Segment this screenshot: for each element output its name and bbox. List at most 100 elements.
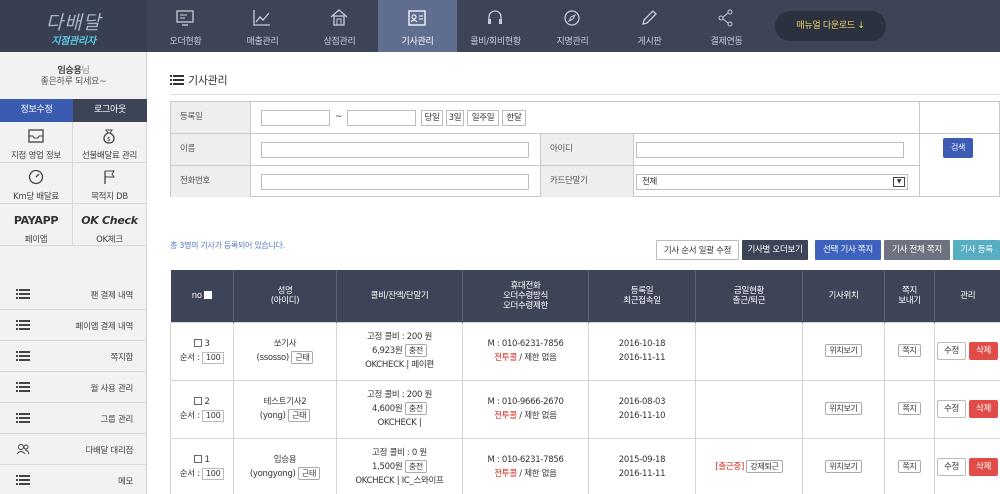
charge-button[interactable]: 충전	[404, 344, 427, 357]
logo[interactable]: 다배달 지점관리자	[0, 0, 147, 52]
search-form: 등록일 ~ 당일 3일 일주일 한달 이름 아이디 전화번호 카드단말기 전체 …	[170, 101, 1000, 197]
reg-date-start-input[interactable]	[261, 110, 330, 126]
send-message-button[interactable]: 쪽지	[898, 344, 921, 357]
sidebar-menu-agency[interactable]: 다배달 대리점	[0, 434, 147, 465]
driver-name: 쏘기사	[273, 339, 297, 349]
nav-item-drivers[interactable]: 기사관리	[378, 0, 457, 52]
order-input[interactable]: 100	[202, 409, 225, 422]
message-all-button[interactable]: 기사 전체 쪽지	[884, 240, 950, 260]
view-location-button[interactable]: 위치보기	[825, 402, 862, 415]
delete-button[interactable]: 삭제	[969, 458, 998, 476]
nav-item-board[interactable]: 게시판	[611, 0, 688, 52]
driver-name: 테스트기사2	[263, 397, 307, 407]
edit-button[interactable]: 수정	[937, 400, 966, 418]
driver-name: 임승용	[273, 455, 297, 465]
delete-button[interactable]: 삭제	[969, 342, 998, 360]
edit-button[interactable]: 수정	[937, 342, 966, 360]
charge-button[interactable]: 충전	[404, 460, 427, 473]
balance: 4,600원	[372, 404, 403, 414]
sidebar-item-label: 지점 영업 정보	[11, 151, 61, 161]
compass-icon	[564, 10, 580, 26]
quick-3days-button[interactable]: 3일	[446, 110, 464, 126]
on-duty-status: [출근중]	[715, 462, 744, 472]
balance: 6,923원	[372, 346, 403, 356]
message-selected-button[interactable]: 선택 기사 쪽지	[815, 240, 881, 260]
edit-info-button[interactable]: 정보수정	[0, 99, 73, 122]
manual-download-button[interactable]: 매뉴얼 다운로드 ↓	[775, 11, 886, 41]
charge-button[interactable]: 충전	[404, 402, 427, 415]
monitor-icon	[176, 10, 194, 26]
id-input[interactable]	[636, 142, 904, 158]
reg-date-end-input[interactable]	[347, 110, 416, 126]
send-message-button[interactable]: 쪽지	[898, 460, 921, 473]
view-location-button[interactable]: 위치보기	[825, 460, 862, 473]
row-checkbox[interactable]	[194, 339, 203, 347]
sidebar-item-okcheck[interactable]: OK Check OK체크	[73, 204, 147, 246]
quick-week-button[interactable]: 일주일	[467, 110, 499, 126]
nav-item-stores[interactable]: 상점관리	[301, 0, 378, 52]
cell-manage: 수정 삭제	[934, 437, 1000, 494]
terminal: OKCHECK |	[377, 418, 422, 428]
balance: 1,500원	[372, 462, 403, 472]
nav-item-payment[interactable]: 결제연동	[688, 0, 765, 52]
sidebar-item-destination-db[interactable]: 목적지 DB	[73, 163, 147, 204]
driver-id: (yong)	[259, 411, 286, 421]
search-button[interactable]: 검색	[943, 138, 973, 158]
attendance-button[interactable]: 근태	[297, 467, 321, 480]
page-title-text: 기사관리	[188, 74, 228, 87]
nav-item-fees[interactable]: 콜비/회비현황	[457, 0, 534, 52]
sidebar-menu-label: 다배달 대리점	[85, 446, 133, 456]
sidebar-menu-groups[interactable]: 그룹 관리	[0, 403, 147, 434]
card-terminal-select[interactable]: 전체 ▼	[636, 174, 908, 190]
col-reg: 등록일 최근접속일	[588, 270, 696, 322]
sidebar-item-payapp[interactable]: PAYAPP 페이앱	[0, 204, 73, 246]
nav-item-places[interactable]: 지명관리	[534, 0, 611, 52]
attendance-button[interactable]: 근태	[288, 409, 311, 422]
order-input[interactable]: 100	[202, 351, 225, 364]
nav-item-sales[interactable]: 매출관리	[224, 0, 301, 52]
list-icon	[170, 75, 184, 85]
select-all-checkbox[interactable]	[203, 290, 212, 299]
force-leave-button[interactable]: 강제퇴근	[746, 460, 783, 473]
cell-today: [출근중] 강제퇴근	[695, 437, 803, 494]
cell-message: 쪽지	[884, 321, 935, 381]
send-message-button[interactable]: 쪽지	[898, 402, 921, 415]
edit-button[interactable]: 수정	[937, 458, 966, 476]
sidebar-item-branch-info[interactable]: 지점 영업 정보	[0, 122, 73, 163]
order-input[interactable]: 100	[202, 467, 225, 480]
quick-today-button[interactable]: 당일	[421, 110, 443, 126]
orders-by-driver-button[interactable]: 기사별 오더보기	[742, 240, 808, 260]
sidebar-menu-monthly-usage[interactable]: 월 사용 관리	[0, 372, 147, 403]
sidebar-menu-fan-payments[interactable]: 팬 결제 내역	[0, 279, 147, 310]
cell-no: 1 순서 : 100	[170, 437, 234, 494]
quick-month-button[interactable]: 한달	[502, 110, 526, 126]
register-driver-button[interactable]: 기사 등록	[953, 240, 1000, 260]
row-checkbox[interactable]	[194, 455, 203, 463]
cell-reg: 2016-10-18 2016-11-11	[588, 321, 696, 381]
view-location-button[interactable]: 위치보기	[825, 344, 862, 357]
reg-date-label: 등록일	[171, 102, 251, 133]
col-location: 기사위치	[802, 270, 885, 322]
sidebar-item-km-fee[interactable]: Km당 배달료	[0, 163, 73, 204]
cell-phone: M : 010-6231-7856 전투콜 / 제한 없음	[462, 321, 589, 381]
delete-button[interactable]: 삭제	[969, 400, 998, 418]
sidebar-menu-messages[interactable]: 쪽지함	[0, 341, 147, 372]
bulk-order-edit-button[interactable]: 기사 순서 일괄 수정	[656, 240, 739, 260]
sidebar-menu-label: 메모	[117, 477, 133, 487]
nav-item-orders[interactable]: 오더현황	[147, 0, 224, 52]
row-checkbox[interactable]	[194, 397, 203, 405]
sidebar-item-prepaid[interactable]: $ 선불배달료 관리	[73, 122, 147, 163]
user-name: 임승용	[57, 66, 82, 76]
attendance-button[interactable]: 근태	[291, 351, 314, 364]
sidebar-menu-memo[interactable]: 메모	[0, 465, 147, 494]
cell-today	[695, 379, 803, 439]
phone-input[interactable]	[261, 174, 529, 190]
nav-label: 결제연동	[710, 37, 743, 47]
cell-name: 쏘기사 (ssosso) 근태	[233, 321, 337, 381]
cell-name: 임승용 (yongyong) 근태	[233, 437, 337, 494]
sidebar-menu-payapp-payments[interactable]: 페이앱 결제 내역	[0, 310, 147, 341]
date-separator: ~	[335, 112, 343, 122]
list-icon	[16, 351, 30, 361]
name-input[interactable]	[261, 142, 529, 158]
logout-button[interactable]: 로그아웃	[73, 99, 147, 122]
